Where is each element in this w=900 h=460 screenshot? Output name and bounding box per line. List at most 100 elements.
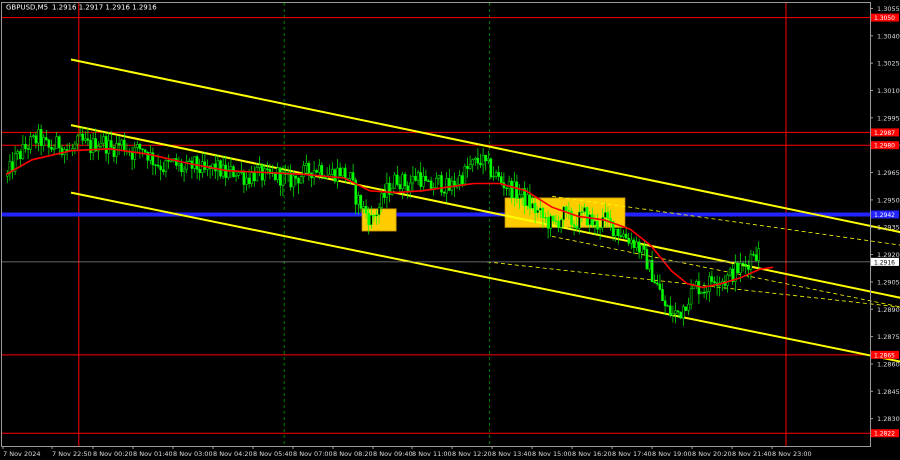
candle-body: [349, 172, 352, 180]
candle-body: [167, 160, 170, 162]
candle-body: [471, 159, 474, 165]
candle-body: [401, 174, 404, 190]
candle-body: [333, 169, 337, 182]
candle-body: [583, 207, 586, 213]
candle-body: [141, 148, 144, 151]
candle-body: [713, 281, 716, 284]
candle-body: [58, 136, 61, 149]
candle-body: [635, 241, 638, 248]
candle-body: [406, 185, 409, 191]
candle-body: [609, 217, 612, 222]
candle-body: [305, 163, 308, 166]
candle-body: [544, 217, 547, 219]
symbol-label: GBPUSD,M5: [6, 4, 48, 12]
time-tick-label: 8 Nov 07:00: [293, 450, 333, 458]
price-tick-label: 1.2860: [877, 360, 900, 368]
candle-body: [593, 220, 597, 226]
candle-body: [411, 175, 415, 184]
candle-body: [671, 313, 675, 316]
candle-body: [117, 143, 121, 146]
candle-body: [622, 233, 625, 238]
candle-body: [359, 195, 363, 209]
candle-body: [19, 151, 22, 160]
level-tag-label: 1.3050: [874, 15, 895, 22]
candle-body: [500, 176, 503, 184]
candle-body: [16, 151, 19, 155]
candle-body: [489, 158, 493, 178]
candle-body: [338, 167, 342, 177]
candle-body: [320, 165, 324, 177]
candle-body: [193, 156, 196, 169]
candle-body: [219, 160, 222, 177]
candle-body: [39, 129, 43, 146]
candle-body: [487, 158, 490, 162]
candle-body: [528, 194, 532, 209]
candle-body: [26, 148, 30, 150]
candle-body: [458, 175, 461, 185]
candle-body: [203, 161, 207, 170]
candle-body: [669, 305, 672, 316]
candle-body: [390, 187, 394, 195]
time-tick-label: 8 Nov 13:40: [492, 450, 532, 458]
candle-body: [47, 139, 51, 148]
price-chart[interactable]: 1.3055 1.3040 1.3025 1.3010 1.2995 1.2980 1.29…: [0, 0, 900, 460]
time-tick-label: 8 Nov 23:00: [772, 450, 812, 458]
candle-body: [393, 174, 396, 189]
candle-body: [91, 138, 95, 153]
candle-body: [591, 214, 594, 226]
candle-body: [331, 169, 334, 175]
candle-body: [99, 142, 103, 147]
candle-body: [198, 169, 201, 173]
candle-body: [757, 248, 760, 261]
candle-body: [726, 274, 729, 286]
candle-body: [234, 175, 238, 177]
candle-body: [237, 172, 240, 176]
candle-body: [630, 239, 633, 244]
candle-body: [539, 207, 542, 211]
candle-body: [81, 133, 84, 141]
candle-body: [437, 175, 441, 179]
candle-body: [702, 291, 706, 294]
time-tick-label: 8 Nov 00:20: [93, 450, 133, 458]
candle-body: [572, 224, 576, 227]
candle-body: [255, 167, 259, 182]
candle-body: [708, 276, 711, 292]
current-price-label: 1.2916: [874, 259, 895, 266]
candle-body: [263, 168, 266, 181]
candle-body: [107, 140, 110, 154]
candle-body: [567, 210, 571, 212]
level-tag-label: 1.2980: [874, 143, 895, 150]
candle-body: [315, 170, 318, 173]
candle-body: [728, 268, 732, 276]
candle-body: [466, 165, 469, 169]
candle-body: [242, 171, 246, 185]
candle-body: [440, 175, 443, 193]
time-tick-label: 8 Nov 09:40: [373, 450, 413, 458]
candle-body: [427, 180, 430, 182]
candle-body: [598, 227, 602, 230]
candle-body: [383, 193, 386, 198]
candle-body: [45, 137, 48, 141]
candle-body: [110, 140, 113, 148]
candle-body: [42, 137, 45, 146]
candle-body: [429, 180, 433, 190]
candle-body: [50, 146, 53, 150]
candle-body: [580, 211, 584, 213]
price-tick-label: 1.2995: [877, 114, 900, 122]
candle-body: [697, 281, 701, 295]
candle-body: [409, 182, 412, 191]
candle-body: [86, 138, 90, 141]
time-tick-label: 7 Nov 22:50: [52, 450, 92, 458]
candle-body: [604, 212, 607, 218]
price-tick-label: 1.3025: [877, 60, 900, 68]
candle-body: [710, 276, 714, 282]
candle-body: [507, 180, 511, 189]
candle-body: [515, 181, 519, 199]
candle-body: [76, 135, 79, 145]
candle-body: [253, 172, 256, 182]
candle-body: [156, 164, 160, 167]
candle-body: [367, 212, 370, 226]
candle-body: [34, 135, 38, 144]
time-tick-label: 8 Nov 16:20: [572, 450, 612, 458]
candle-body: [258, 164, 261, 168]
